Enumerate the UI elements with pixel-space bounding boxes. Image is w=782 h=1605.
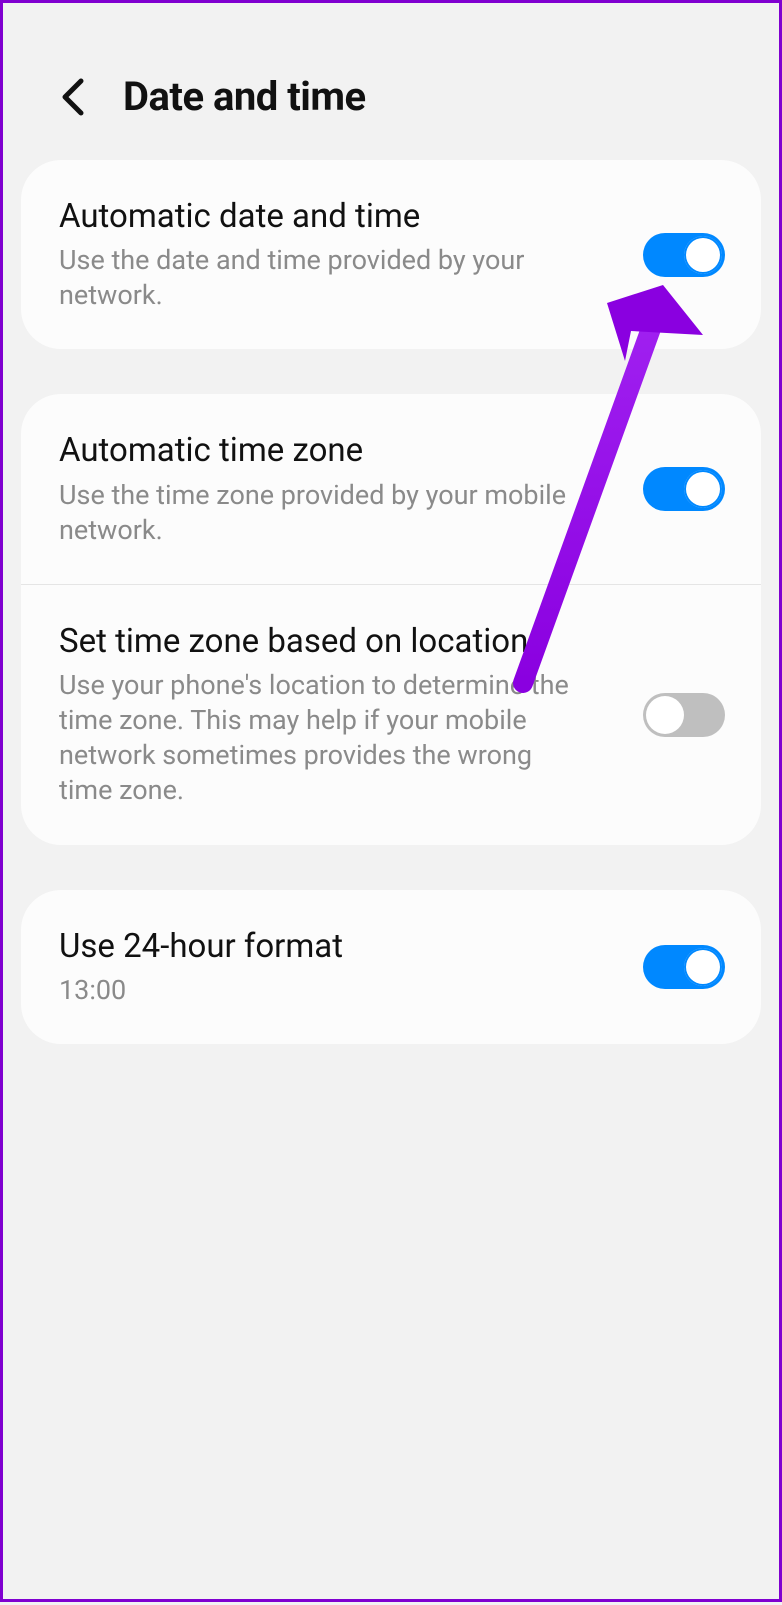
- row-subtitle: Use the date and time provided by your n…: [59, 243, 589, 313]
- header: Date and time: [3, 3, 779, 160]
- row-title: Automatic time zone: [59, 430, 623, 471]
- toggle-auto-time-zone[interactable]: [643, 467, 725, 511]
- row-location-time-zone[interactable]: Set time zone based on location Use your…: [21, 584, 761, 845]
- row-subtitle: Use the time zone provided by your mobil…: [59, 478, 589, 548]
- chevron-left-icon: [60, 77, 86, 117]
- row-auto-time-zone[interactable]: Automatic time zone Use the time zone pr…: [21, 394, 761, 583]
- row-subtitle: 13:00: [59, 973, 589, 1008]
- row-title: Set time zone based on location: [59, 621, 623, 662]
- toggle-location-time-zone[interactable]: [643, 693, 725, 737]
- row-text: Automatic date and time Use the date and…: [59, 196, 623, 313]
- toggle-auto-date-time[interactable]: [643, 233, 725, 277]
- row-title: Use 24-hour format: [59, 926, 623, 967]
- settings-group-format: Use 24-hour format 13:00: [21, 890, 761, 1044]
- row-auto-date-time[interactable]: Automatic date and time Use the date and…: [21, 160, 761, 349]
- settings-group-auto-date: Automatic date and time Use the date and…: [21, 160, 761, 349]
- row-24-hour-format[interactable]: Use 24-hour format 13:00: [21, 890, 761, 1044]
- row-title: Automatic date and time: [59, 196, 623, 237]
- row-text: Use 24-hour format 13:00: [59, 926, 623, 1008]
- toggle-24-hour-format[interactable]: [643, 945, 725, 989]
- row-text: Set time zone based on location Use your…: [59, 621, 623, 809]
- row-text: Automatic time zone Use the time zone pr…: [59, 430, 623, 547]
- back-button[interactable]: [53, 77, 93, 117]
- settings-group-time-zone: Automatic time zone Use the time zone pr…: [21, 394, 761, 844]
- row-subtitle: Use your phone's location to determine t…: [59, 668, 589, 808]
- page-title: Date and time: [123, 73, 366, 120]
